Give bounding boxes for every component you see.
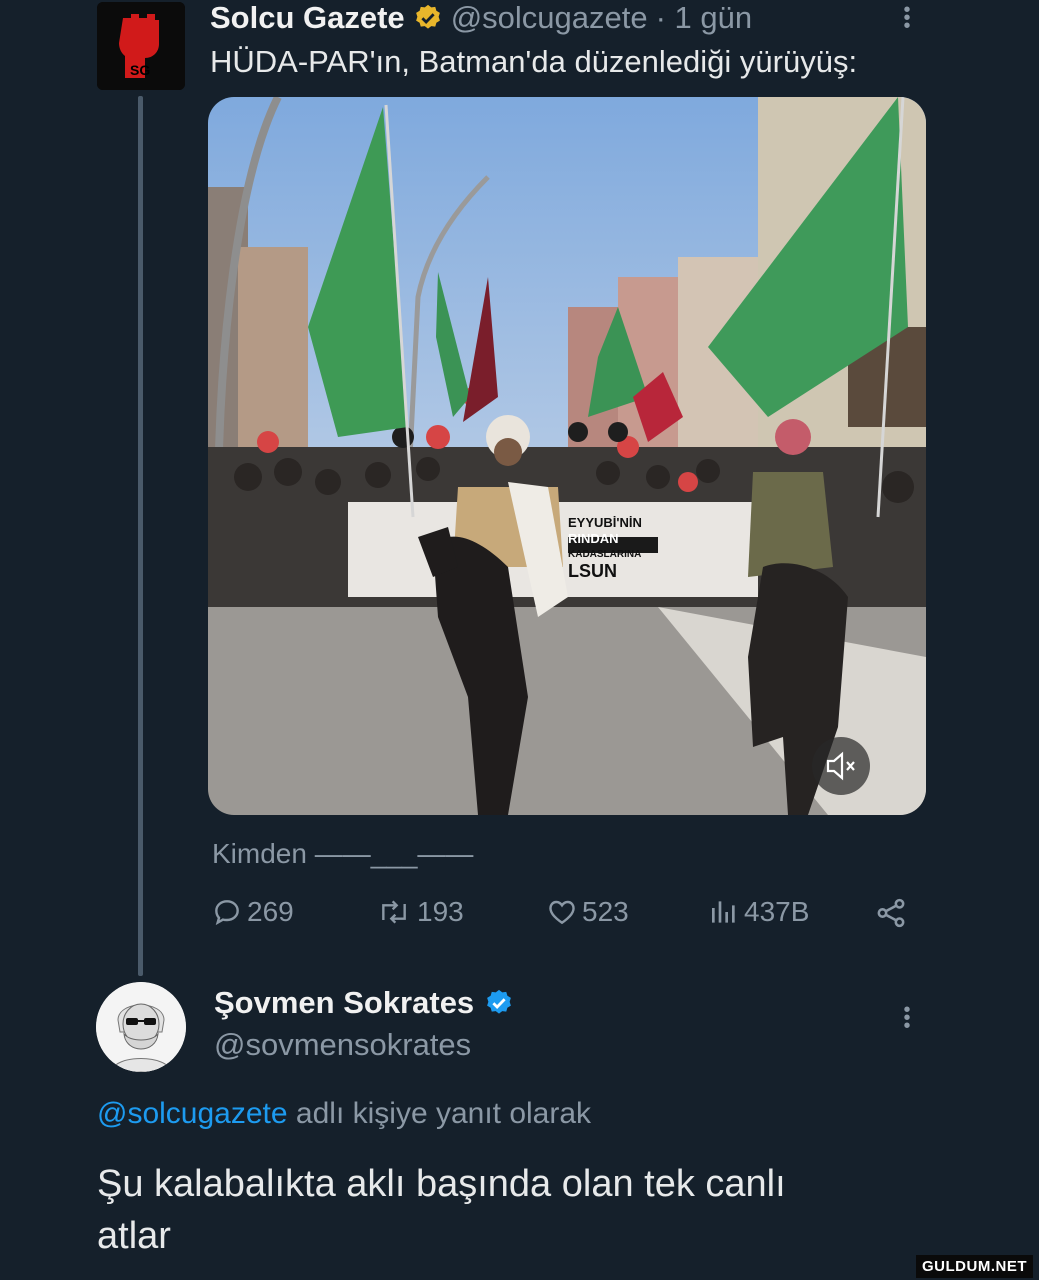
thread-connector-line: [138, 96, 143, 976]
site-watermark: GULDUM.NET: [916, 1255, 1033, 1278]
banner-text: EYYUBİ'NİN RINDAN KADASLARINA LSUN: [568, 515, 642, 581]
banner-line-2: RINDAN: [568, 531, 619, 546]
solcu-gazete-avatar[interactable]: SG: [97, 2, 185, 90]
reply-to-link[interactable]: @solcugazete: [97, 1097, 288, 1130]
avatar-logo-text: SG: [130, 62, 151, 78]
reply-text-line-2: atlar: [97, 1215, 171, 1257]
like-count: 523: [582, 896, 629, 927]
banner-line-1: EYYUBİ'NİN: [568, 515, 642, 530]
repost-button[interactable]: 193: [375, 896, 464, 928]
more-dots-icon[interactable]: • • •: [902, 1000, 912, 1036]
gold-verified-badge-icon: [415, 4, 440, 29]
like-button[interactable]: 523: [546, 896, 629, 928]
source-attribution: Kimden ——___——: [212, 838, 474, 869]
tweet-time[interactable]: · 1 gün: [656, 0, 753, 36]
reply-text-line-1: Şu kalabalıkta aklı başında olan tek can…: [97, 1163, 786, 1205]
volume-mute-icon: [826, 751, 855, 781]
repost-arrows-icon: [382, 900, 406, 924]
socrates-bust-avatar-icon: [96, 982, 186, 1072]
share-button[interactable]: [874, 896, 908, 935]
reply-author-handle[interactable]: @sovmensokrates: [214, 1027, 471, 1063]
reply-count: 269: [247, 896, 294, 927]
reply-author-name[interactable]: Şovmen Sokrates: [214, 985, 474, 1021]
share-nodes-icon: [877, 898, 905, 928]
repost-count: 193: [417, 896, 464, 927]
tweet-video[interactable]: EYYUBİ'NİN RINDAN KADASLARINA LSUN: [208, 97, 926, 815]
blue-verified-badge-icon: [487, 989, 512, 1014]
tweet-header: Solcu Gazete @solcugazete · 1 gün: [210, 0, 752, 36]
more-dots-icon[interactable]: • • •: [902, 0, 912, 36]
reply-text: Şu kalabalıkta aklı başında olan tek can…: [97, 1158, 786, 1262]
view-count: 437B: [744, 896, 810, 927]
reply-to-suffix: adlı kişiye yanıt olarak: [295, 1097, 592, 1130]
tweet-text: HÜDA-PAR'ın, Batman'da düzenlediği yürüy…: [210, 44, 858, 79]
views-button[interactable]: 437B: [708, 896, 809, 928]
reply-button[interactable]: 269: [211, 896, 294, 928]
reply-bubble-icon: [215, 900, 239, 926]
banner-line-4: LSUN: [568, 561, 617, 581]
march-scene-image: [208, 97, 926, 815]
author-handle[interactable]: @solcugazete: [451, 0, 648, 36]
bar-chart-icon: [712, 901, 735, 923]
mute-button[interactable]: [812, 737, 870, 795]
reply-header: Şovmen Sokrates: [214, 985, 514, 1021]
heart-icon: [549, 900, 575, 925]
author-name[interactable]: Solcu Gazete: [210, 0, 405, 36]
reply-context: @solcugazete adlı kişiye yanıt olarak: [97, 1097, 591, 1131]
sovmen-sokrates-avatar[interactable]: [96, 982, 186, 1072]
